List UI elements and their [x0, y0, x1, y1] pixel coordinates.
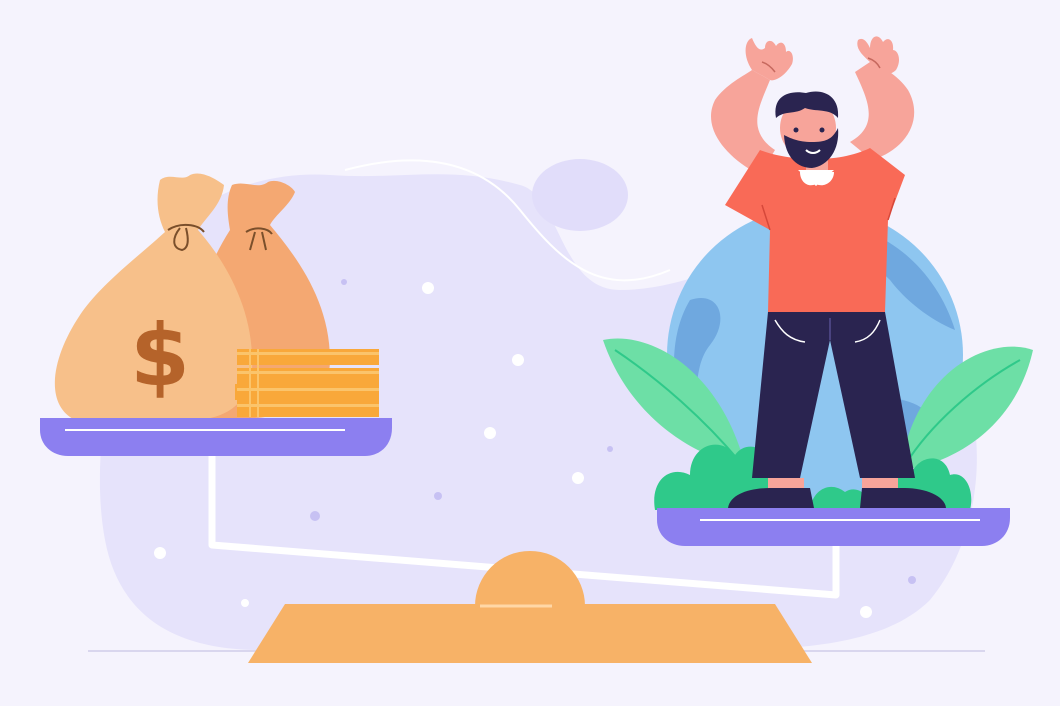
coin-stack-icon [235, 349, 379, 417]
left-scale-plate [40, 418, 392, 456]
right-scale-plate [657, 508, 1010, 546]
dollar-sign: $ [130, 306, 190, 406]
finance-balance-illustration: $ [0, 0, 1060, 706]
